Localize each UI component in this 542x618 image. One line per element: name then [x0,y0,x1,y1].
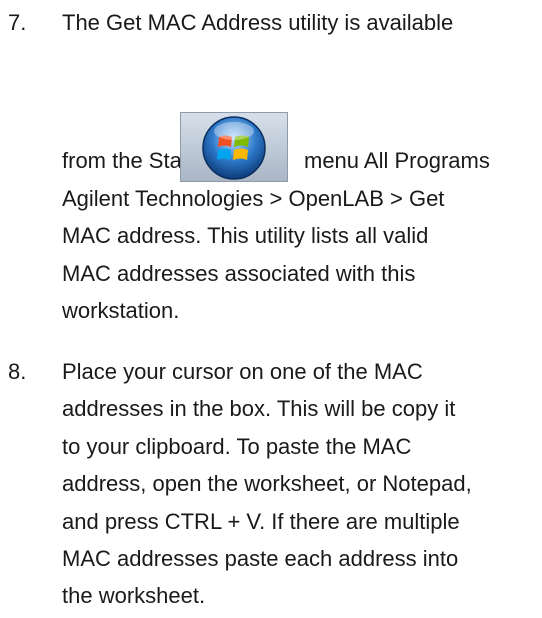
step-number: 8. [8,359,27,384]
step-line: from the Start [62,148,196,173]
step-line: MAC addresses paste each address into [62,546,459,571]
step-line: Place your cursor on one of the MAC [62,359,423,384]
step-line: menu All Programs [304,148,490,173]
step-line: The Get MAC Address utility is available [62,10,454,35]
step-line: MAC addresses associated with this [62,261,416,286]
step-line: and press CTRL + V. If there are multipl… [62,509,460,534]
step-line: to your clipboard. To paste the MAC [62,434,412,459]
step-line: the worksheet. [62,583,206,608]
step-line: address, open the worksheet, or Notepad, [62,471,472,496]
windows-start-orb-icon [180,112,288,182]
step-line: Agilent Technologies > OpenLAB > Get [62,186,445,211]
step-line: addresses in the box. This will be copy … [62,396,456,421]
step-number: 7. [8,10,27,35]
step-line: MAC address. This utility lists all vali… [62,223,429,248]
step-line: workstation. [62,298,180,323]
instructions-document: 7. The Get MAC Address utility is availa… [0,0,542,618]
